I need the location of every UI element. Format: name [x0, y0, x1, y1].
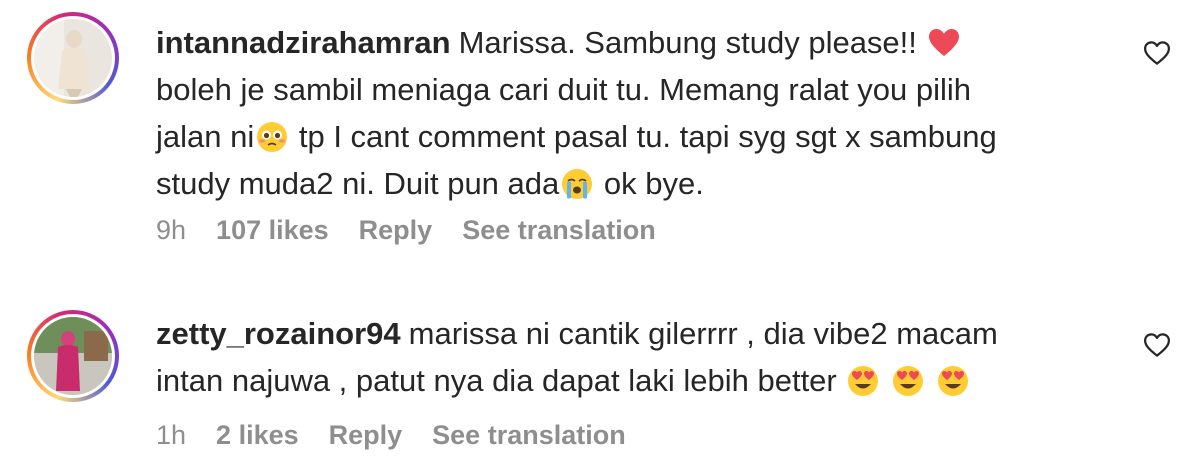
loudly-crying-face-icon	[561, 168, 593, 200]
see-translation-button[interactable]: See translation	[462, 215, 656, 246]
comment-line: tp I cant comment pasal tu. tapi syg sgt…	[290, 119, 997, 154]
smiling-face-with-heart-eyes-icon	[937, 365, 969, 397]
see-translation-button[interactable]: See translation	[432, 420, 626, 451]
avatar-photo	[34, 317, 112, 395]
comment-line: intan najuwa , patut nya dia dapat laki …	[156, 363, 837, 398]
red-heart-icon	[928, 27, 960, 59]
comment-meta: 1h 2 likes Reply See translation	[156, 420, 656, 451]
comment-meta: 9h 107 likes Reply See translation	[156, 215, 686, 246]
heart-outline-icon[interactable]	[1142, 38, 1172, 68]
comment-time: 1h	[156, 420, 187, 450]
avatar[interactable]	[27, 310, 119, 402]
smiling-face-with-heart-eyes-icon	[847, 365, 879, 397]
heart-outline-icon[interactable]	[1142, 330, 1172, 360]
comment-line: study muda2 ni. Duit pun ada	[156, 166, 560, 201]
comment-line: boleh je sambil meniaga cari duit tu. Me…	[156, 72, 972, 107]
reply-button[interactable]: Reply	[359, 215, 433, 246]
flushed-pleading-face-icon	[256, 121, 288, 153]
reply-button[interactable]: Reply	[329, 420, 403, 451]
comment-line: ok bye.	[595, 166, 704, 201]
comment-line: jalan ni	[156, 119, 255, 154]
avatar[interactable]	[27, 12, 119, 104]
comment-username[interactable]: intannadzirahamran	[156, 25, 451, 60]
comment-text: zetty_rozainor94 marissa ni cantik gilerr…	[156, 310, 1116, 404]
comment-text: intannadzirahamran Marissa. Sambung study…	[156, 19, 1116, 207]
comment-line: marissa ni cantik gilerrrr , dia vibe2 m…	[408, 316, 998, 351]
comment-time: 9h	[156, 215, 187, 245]
likes-count-button[interactable]: 2 likes	[216, 420, 299, 451]
comment-item: intannadzirahamran Marissa. Sambung study…	[0, 0, 1200, 260]
comment-item: zetty_rozainor94 marissa ni cantik gilerr…	[0, 290, 1200, 468]
likes-count-button[interactable]: 107 likes	[216, 215, 329, 246]
comment-username[interactable]: zetty_rozainor94	[156, 316, 401, 351]
comment-line: Marissa. Sambung study please!!	[458, 25, 917, 60]
avatar-photo	[34, 19, 112, 97]
smiling-face-with-heart-eyes-icon	[892, 365, 924, 397]
